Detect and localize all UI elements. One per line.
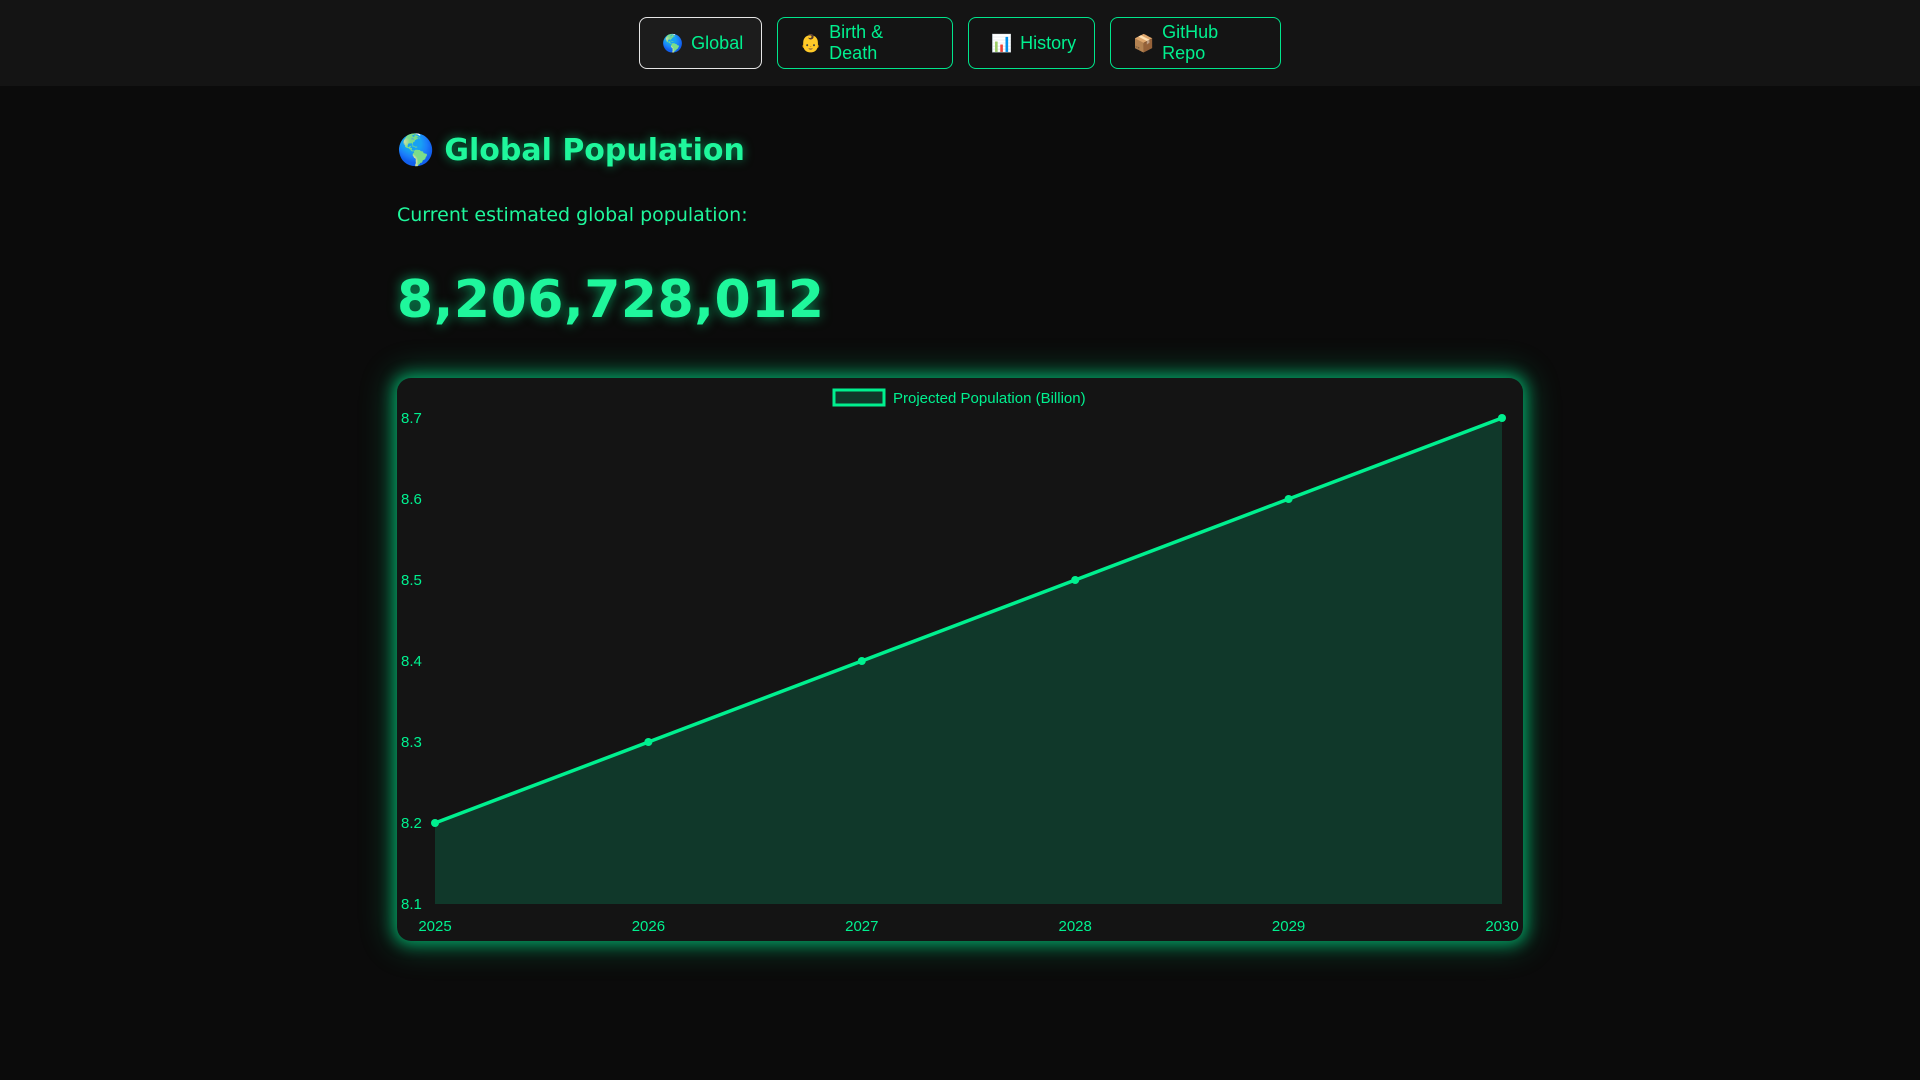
data-point[interactable] <box>1498 414 1506 422</box>
data-point[interactable] <box>857 657 866 665</box>
data-point[interactable] <box>644 738 653 746</box>
nav-github-repo-label: GitHub Repo <box>1162 22 1219 63</box>
nav-history-label: History <box>1020 32 1077 53</box>
y-tick-label: 8.5 <box>401 572 422 589</box>
nav-global-button[interactable]: 🌎 Global <box>639 17 762 69</box>
population-chart-card: 8.1 8.2 8.3 8.4 8.5 8.6 8.7 2025 2026 2027 2028 20… <box>397 378 1523 941</box>
y-tick-label: 8.6 <box>401 491 422 508</box>
y-tick-label: 8.4 <box>401 653 422 670</box>
legend-label[interactable]: Projected Population (Billion) <box>893 390 1086 407</box>
nav-birth-death-label: Birth & Death <box>829 22 884 63</box>
nav-github-repo-button[interactable]: 📦 GitHub Repo <box>1110 17 1281 69</box>
bar-chart-icon: 📊 <box>991 33 1013 53</box>
y-tick-label: 8.1 <box>401 896 422 913</box>
nav-history-button[interactable]: 📊 History <box>968 17 1095 69</box>
x-tick-label: 2029 <box>1272 918 1305 935</box>
page-title-text: Global Population <box>444 133 745 168</box>
series-area-fill <box>435 418 1502 904</box>
nav-button-group: 🌎 Global 👶 Birth & Death 📊 History 📦 Git… <box>0 17 1920 69</box>
y-tick-label: 8.7 <box>401 410 422 427</box>
data-point[interactable] <box>431 819 439 827</box>
x-tick-label: 2030 <box>1485 918 1518 935</box>
population-description: Current estimated global population: <box>397 204 748 226</box>
globe-icon: 🌎 <box>397 133 435 168</box>
x-tick-label: 2028 <box>1059 918 1092 935</box>
x-tick-label: 2026 <box>632 918 665 935</box>
nav-global-label: Global <box>691 32 744 53</box>
data-point[interactable] <box>1071 576 1080 584</box>
package-icon: 📦 <box>1133 33 1155 53</box>
top-navigation-bar: 🌎 Global 👶 Birth & Death 📊 History 📦 Git… <box>0 0 1920 86</box>
nav-birth-death-button[interactable]: 👶 Birth & Death <box>777 17 953 69</box>
y-tick-label: 8.3 <box>401 734 422 751</box>
baby-icon: 👶 <box>800 33 822 53</box>
page-title: 🌎 Global Population <box>397 133 745 168</box>
x-tick-label: 2027 <box>845 918 878 935</box>
globe-icon: 🌎 <box>662 33 684 53</box>
legend-swatch <box>832 388 886 407</box>
y-tick-label: 8.2 <box>401 815 422 832</box>
data-point[interactable] <box>1284 495 1293 503</box>
population-chart: 8.1 8.2 8.3 8.4 8.5 8.6 8.7 2025 2026 2027 2028 20… <box>401 388 1519 935</box>
x-tick-label: 2025 <box>418 918 451 935</box>
population-counter: 8,206,728,012 <box>397 270 825 330</box>
